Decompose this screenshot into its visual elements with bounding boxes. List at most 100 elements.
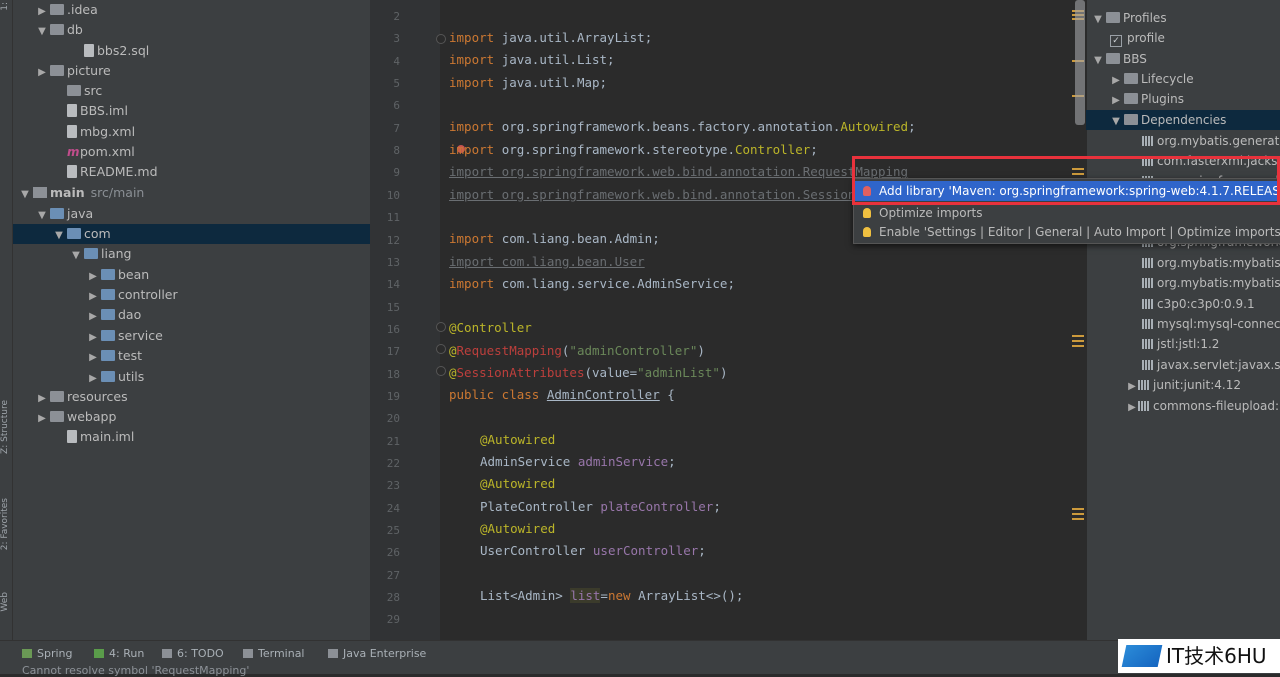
fold-marker[interactable]	[436, 366, 446, 376]
chevron-right-icon[interactable]: ▶	[1110, 91, 1122, 111]
chevron-right-icon[interactable]: ▶	[87, 267, 99, 287]
maven-item-label: org.mybatis:mybatis-	[1157, 276, 1280, 290]
line-number: 29	[386, 613, 400, 627]
tree-item-db[interactable]: ▼ db	[13, 20, 370, 40]
warning-mark[interactable]	[1072, 518, 1084, 520]
maven-item[interactable]: ▶ Lifecycle	[1086, 69, 1194, 89]
maven-item[interactable]: ▼ Profiles	[1086, 8, 1166, 30]
maven-item-label: Dependencies	[1141, 113, 1227, 127]
maven-item[interactable]: ✓ profile	[1086, 28, 1165, 48]
tree-item-bean[interactable]: ▶ bean	[13, 265, 370, 285]
tree-item-label: java	[67, 206, 94, 221]
file-icon	[67, 104, 77, 117]
warning-mark[interactable]	[1072, 513, 1084, 515]
maven-item[interactable]: jstl:jstl:1.2	[1086, 334, 1219, 354]
editor-scrollbar[interactable]	[1075, 0, 1085, 125]
folder-icon	[1124, 73, 1138, 84]
tree-item-service[interactable]: ▶ service	[13, 326, 370, 346]
run-tool-tab[interactable]: 4: Run	[94, 646, 144, 662]
maven-item[interactable]: ▶ junit:junit:4.12	[1086, 375, 1241, 395]
warning-mark[interactable]	[1072, 340, 1084, 342]
tree-item-utils[interactable]: ▶ utils	[13, 367, 370, 387]
tree-item-bbs-iml[interactable]: BBS.iml	[13, 101, 370, 121]
chevron-down-icon[interactable]: ▼	[36, 206, 48, 226]
chevron-down-icon[interactable]: ▼	[19, 185, 31, 205]
line-number: 9	[393, 166, 400, 180]
chevron-down-icon[interactable]: ▼	[70, 246, 82, 266]
tree-item-webapp[interactable]: ▶ webapp	[13, 407, 370, 427]
spring-tool-tab[interactable]: Spring	[22, 646, 73, 662]
line-number: 15	[386, 300, 400, 314]
checkbox[interactable]: ✓	[1110, 35, 1122, 47]
tree-item-liang[interactable]: ▼ liang	[13, 244, 370, 264]
line-number: 25	[386, 524, 400, 538]
chevron-down-icon[interactable]: ▼	[1092, 51, 1104, 71]
maven-item[interactable]: c3p0:c3p0:0.9.1	[1086, 294, 1255, 314]
maven-item[interactable]: ▼ Dependencies	[1086, 110, 1280, 130]
maven-item[interactable]: mysql:mysql-connect	[1086, 314, 1280, 334]
chevron-right-icon[interactable]: ▶	[36, 63, 48, 83]
tree-item-java[interactable]: ▼ java	[13, 204, 370, 224]
chevron-right-icon[interactable]: ▶	[1110, 71, 1122, 91]
chevron-right-icon[interactable]: ▶	[87, 369, 99, 389]
maven-item[interactable]: ▼ BBS	[1086, 49, 1147, 69]
fold-marker[interactable]	[436, 344, 446, 354]
chevron-down-icon[interactable]: ▼	[53, 226, 65, 246]
maven-item[interactable]: javax.servlet:javax.ser	[1086, 355, 1280, 375]
favorites-tool-tab[interactable]: 2: Favorites	[0, 498, 12, 550]
web-tool-tab[interactable]: Web	[0, 592, 12, 612]
maven-item[interactable]: org.mybatis:mybatis:	[1086, 253, 1280, 273]
warning-mark[interactable]	[1072, 335, 1084, 337]
chevron-right-icon[interactable]: ▶	[87, 328, 99, 348]
line-number: 21	[386, 434, 400, 448]
project-tool-tab[interactable]: 1:	[0, 2, 12, 11]
maven-item[interactable]: org.mybatis:mybatis-	[1086, 273, 1280, 293]
tree-item-mbg-xml[interactable]: mbg.xml	[13, 122, 370, 142]
tree-item-test[interactable]: ▶ test	[13, 346, 370, 366]
tree-item-com[interactable]: ▼ com	[13, 224, 370, 244]
optimize-imports-action[interactable]: Optimize imports	[854, 203, 1280, 223]
fold-marker[interactable]	[436, 34, 446, 44]
chevron-right-icon[interactable]: ▶	[36, 409, 48, 429]
tree-item-main[interactable]: ▼ main src/main	[13, 183, 370, 203]
folder-icon	[101, 350, 115, 361]
chevron-right-icon[interactable]: ▶	[87, 348, 99, 368]
structure-tool-tab[interactable]: Z: Structure	[0, 400, 12, 454]
warning-mark[interactable]	[1072, 345, 1084, 347]
terminal-tool-tab[interactable]: Terminal	[243, 646, 305, 662]
tree-item-label: picture	[67, 63, 111, 78]
chevron-down-icon[interactable]: ▼	[36, 22, 48, 42]
chevron-down-icon[interactable]: ▼	[1092, 10, 1104, 30]
tree-item-pom-xml[interactable]: mpom.xml	[13, 142, 370, 162]
tree-item-readme-md[interactable]: README.md	[13, 162, 370, 182]
chevron-right-icon[interactable]: ▶	[1126, 398, 1138, 418]
enable-auto-import-action[interactable]: Enable 'Settings | Editor | General | Au…	[854, 222, 1280, 242]
chevron-right-icon[interactable]: ▶	[87, 287, 99, 307]
java-enterprise-tool-tab[interactable]: Java Enterprise	[328, 646, 426, 662]
tree-item-picture[interactable]: ▶ picture	[13, 61, 370, 81]
maven-item[interactable]: ▶ commons-fileupload:	[1086, 396, 1279, 416]
tree-item-resources[interactable]: ▶ resources	[13, 387, 370, 407]
chevron-right-icon[interactable]: ▶	[36, 2, 48, 22]
warning-mark[interactable]	[1072, 508, 1084, 510]
bulb-icon	[863, 208, 871, 218]
tree-item-bbs2-sql[interactable]: bbs2.sql	[13, 41, 370, 61]
tree-item-src[interactable]: src	[13, 81, 370, 101]
chevron-right-icon[interactable]: ▶	[1126, 377, 1138, 397]
line-number: 23	[386, 479, 400, 493]
chevron-down-icon[interactable]: ▼	[1110, 112, 1122, 132]
maven-item[interactable]: ▶ Plugins	[1086, 89, 1184, 109]
folder-icon	[67, 85, 81, 96]
chevron-right-icon[interactable]: ▶	[36, 389, 48, 409]
code-line-9-unresolved[interactable]: import org.springframework.web.bind.anno…	[449, 164, 908, 179]
tree-item-controller[interactable]: ▶ controller	[13, 285, 370, 305]
tree-item-label: webapp	[67, 409, 117, 424]
fold-marker[interactable]	[436, 322, 446, 332]
tree-item-main-iml[interactable]: main.iml	[13, 427, 370, 447]
maven-item[interactable]: org.mybatis.generator	[1086, 131, 1280, 151]
tree-item--idea[interactable]: ▶ .idea	[13, 0, 370, 20]
chevron-right-icon[interactable]: ▶	[87, 307, 99, 327]
line-number: 2	[393, 10, 400, 23]
todo-tool-tab[interactable]: 6: TODO	[162, 646, 224, 662]
tree-item-dao[interactable]: ▶ dao	[13, 305, 370, 325]
